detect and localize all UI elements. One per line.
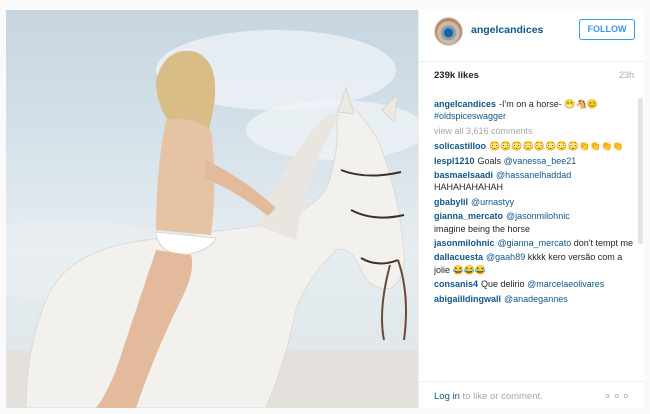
comment-mention[interactable]: @gaah89	[486, 252, 525, 262]
photo-illustration	[6, 30, 418, 408]
post-header: angelcandices FOLLOW	[419, 10, 645, 62]
comment-text: 😳😳😳😳😳😳😳😳👏👏👏👏	[489, 141, 624, 152]
post-time[interactable]: 23h	[619, 70, 634, 80]
comment-username[interactable]: gbabylil	[434, 197, 468, 207]
comment-username[interactable]: gianna_mercato	[434, 211, 503, 221]
caption-username[interactable]: angelcandices	[434, 99, 496, 109]
view-all-comments-link[interactable]: view all 3,616 comments	[434, 125, 640, 137]
comments-list[interactable]: angelcandices -I'm on a horse- 😁🐴😊 #oldsp…	[434, 98, 640, 374]
post-sidebar: angelcandices FOLLOW 239k likes 23h ange…	[418, 10, 645, 408]
comment-text: don't tempt me	[573, 238, 633, 249]
instagram-post-embed: angelcandices FOLLOW 239k likes 23h ange…	[0, 0, 650, 414]
caption: angelcandices -I'm on a horse- 😁🐴😊 #oldsp…	[434, 98, 640, 123]
post-footer: Log in to like or comment. ∘∘∘	[419, 381, 645, 408]
comment-username[interactable]: basmaelsaadi	[434, 170, 493, 180]
login-prompt: Log in to like or comment.	[434, 391, 543, 402]
login-prompt-text: to like or comment.	[459, 391, 543, 402]
more-options-icon[interactable]: ∘∘∘	[604, 388, 631, 404]
comment-username[interactable]: lespl1210	[434, 156, 475, 166]
comment-item: consanis4 Que delirio @marcelaeolivares	[434, 278, 640, 290]
profile-avatar-icon[interactable]	[434, 17, 463, 46]
comment-text: imagine being the horse	[434, 223, 531, 234]
comment-mention[interactable]: @anadegannes	[504, 294, 568, 304]
comment-username[interactable]: jasonmilohnic	[434, 238, 495, 248]
comments-scrollbar[interactable]	[638, 98, 643, 244]
comment-item: gbabylil @urnastyy	[434, 196, 640, 208]
comment-mention[interactable]: @hassanelhaddad	[496, 170, 571, 180]
comment-item: dallacuesta @gaah89 kkkk kero versão com …	[434, 251, 640, 276]
comment-username[interactable]: abigailldingwall	[434, 294, 501, 304]
caption-text: -I'm on a horse- 😁🐴😊	[499, 99, 598, 109]
comment-mention[interactable]: @jasonmilohnic	[506, 211, 570, 221]
comment-username[interactable]: dallacuesta	[434, 252, 483, 262]
comment-username[interactable]: consanis4	[434, 279, 478, 289]
comment-item: gianna_mercato @jasonmilohnic imagine bei…	[434, 210, 640, 235]
comment-mention[interactable]: @marcelaeolivares	[527, 279, 604, 289]
likes-row: 239k likes 23h	[434, 70, 634, 84]
comment-mention[interactable]: @vanessa_bee21	[504, 156, 577, 166]
comment-text: HAHAHAHAHAH	[434, 182, 504, 193]
comment-item: solicastilloo 😳😳😳😳😳😳😳😳👏👏👏👏	[434, 140, 640, 152]
comment-username[interactable]: solicastilloo	[434, 141, 486, 151]
comment-item: basmaelsaadi @hassanelhaddad HAHAHAHAHAH	[434, 169, 640, 194]
follow-button[interactable]: FOLLOW	[579, 19, 635, 40]
comment-item: lespl1210 Goals @vanessa_bee21	[434, 155, 640, 167]
login-link[interactable]: Log in	[434, 391, 460, 402]
comment-mention[interactable]: @gianna_mercato	[498, 238, 572, 248]
post-photo[interactable]	[6, 10, 418, 408]
comment-mention[interactable]: @urnastyy	[471, 197, 514, 207]
post-username[interactable]: angelcandices	[471, 24, 543, 36]
comment-item: abigailldingwall @anadegannes	[434, 293, 640, 305]
comment-text: Goals	[477, 155, 502, 166]
comment-item: jasonmilohnic @gianna_mercato don't tempt…	[434, 237, 640, 249]
likes-count[interactable]: 239k likes	[434, 70, 479, 81]
caption-hashtag[interactable]: #oldspiceswagger	[434, 110, 640, 122]
comment-text: Que delirio	[481, 279, 525, 290]
